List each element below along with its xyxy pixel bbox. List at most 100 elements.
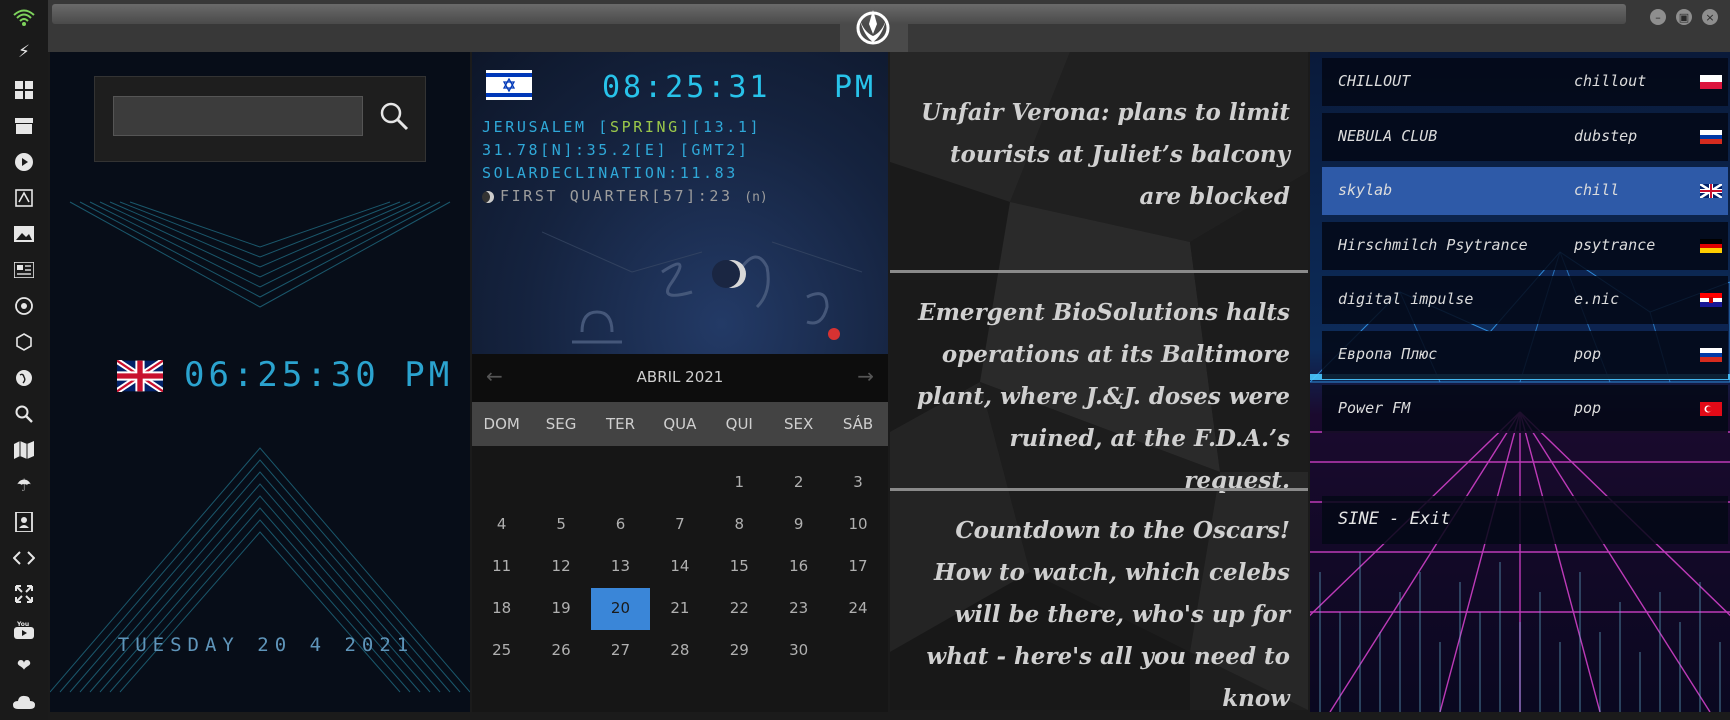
calendar-day[interactable]: 3 [828, 462, 887, 504]
next-month-button[interactable]: → [857, 364, 874, 388]
translate-icon[interactable] [12, 186, 36, 210]
calendar-day[interactable]: 29 [710, 630, 769, 672]
cloud-icon[interactable] [12, 690, 36, 714]
station-name: Hirschmilch Psytrance [1338, 235, 1528, 254]
news-headline[interactable]: Emergent BioSolutions halts operations a… [910, 292, 1290, 502]
calendar-day[interactable]: 6 [591, 504, 650, 546]
station-genre: dubstep [1574, 126, 1638, 145]
station-row[interactable]: skylab chill [1322, 167, 1728, 215]
maximize-button[interactable]: ▣ [1676, 9, 1692, 25]
map-icon[interactable] [12, 438, 36, 462]
lightning-icon[interactable]: ⚡ [12, 40, 36, 64]
search-icon[interactable] [12, 402, 36, 426]
station-name: skylab [1338, 181, 1393, 199]
calendar: ← ABRIL 2021 → DOM SEG TER QUA QUI SEX S… [472, 354, 888, 712]
close-button[interactable]: × [1702, 9, 1718, 25]
image-icon[interactable] [12, 222, 36, 246]
calendar-day[interactable]: 7 [650, 504, 709, 546]
station-row[interactable]: Европа Плюс pop [1322, 330, 1728, 379]
umbrella-icon[interactable]: ☂ [12, 474, 36, 498]
station-row[interactable]: Power FM pop [1322, 385, 1728, 433]
tr-flag-icon [1700, 402, 1722, 416]
wifi-icon[interactable] [12, 6, 36, 30]
calendar-day[interactable]: 25 [472, 630, 531, 672]
windows-icon[interactable] [12, 78, 36, 102]
weekday-header: DOM SEG TER QUA QUI SEX SÁB [472, 402, 888, 446]
calendar-day [472, 462, 531, 504]
calendar-day[interactable]: 17 [828, 546, 887, 588]
minimize-button[interactable]: – [1650, 9, 1666, 25]
calendar-day[interactable]: 26 [531, 630, 590, 672]
coordinates-line: 31.78[N]:35.2[E] [GMT2] [482, 141, 750, 159]
news-headline[interactable]: Countdown to the Oscars! How to watch, w… [910, 510, 1290, 710]
calendar-grid: 1 2 3 4 5 6 7 8 9 10 11 12 13 14 15 16 17 18 19 20 21 22 23 24 2… [472, 462, 888, 672]
code-icon[interactable] [12, 546, 36, 570]
pl-flag-icon [1700, 75, 1722, 89]
calendar-day[interactable]: 4 [472, 504, 531, 546]
calendar-day[interactable]: 11 [472, 546, 531, 588]
station-genre: pop [1574, 344, 1602, 363]
station-name: digital impulse [1338, 290, 1474, 308]
station-genre: chill [1574, 181, 1620, 199]
fullscreen-icon[interactable] [12, 582, 36, 606]
contacts-icon[interactable] [12, 510, 36, 534]
weekday-label: SÁB [842, 415, 874, 433]
news-divider [890, 270, 1308, 273]
calendar-day[interactable]: 8 [710, 504, 769, 546]
moon-phase-line: FIRST QUARTER[57]:23 (n) [482, 187, 768, 205]
calendar-day[interactable]: 1 [710, 462, 769, 504]
hexagon-icon[interactable] [12, 330, 36, 354]
local-time: 06:25:30 PM [184, 355, 454, 395]
calendar-day[interactable]: 28 [650, 630, 709, 672]
clock-panel: 06:25:30 PM TUESDAY 20 4 2021 [50, 52, 470, 712]
news-headline[interactable]: Unfair Verona: plans to limit tourists a… [910, 92, 1290, 218]
calendar-day[interactable]: 5 [531, 504, 590, 546]
aperture-icon[interactable] [12, 294, 36, 318]
globe-icon[interactable] [12, 366, 36, 390]
israel-flag-icon [486, 70, 532, 100]
calendar-day[interactable]: 13 [591, 546, 650, 588]
calendar-day[interactable]: 9 [769, 504, 828, 546]
weekday-label: QUA [663, 415, 697, 433]
exit-label: SINE - Exit [1338, 509, 1451, 529]
news-icon[interactable] [12, 258, 36, 282]
station-row[interactable]: NEBULA CLUB dubstep [1322, 112, 1728, 161]
calendar-day[interactable]: 16 [769, 546, 828, 588]
calendar-day[interactable]: 2 [769, 462, 828, 504]
moon-icon [482, 190, 494, 203]
calendar-day[interactable]: 23 [769, 588, 828, 630]
sidebar: ⚡ ☂ You ❤ [0, 0, 48, 720]
title-strip[interactable] [52, 4, 1626, 24]
station-name: CHILLOUT [1338, 72, 1411, 90]
search-button[interactable] [377, 99, 411, 133]
calendar-day[interactable]: 22 [710, 588, 769, 630]
station-genre: e.nic [1574, 290, 1620, 308]
calendar-day-today[interactable]: 20 [590, 588, 651, 630]
exit-button[interactable]: SINE - Exit [1322, 496, 1728, 544]
calendar-day[interactable]: 10 [828, 504, 887, 546]
play-icon[interactable] [12, 150, 36, 174]
station-row[interactable]: Hirschmilch Psytrance psytrance [1322, 221, 1728, 270]
calendar-day[interactable]: 30 [769, 630, 828, 672]
youtube-icon[interactable]: You [12, 618, 36, 642]
calendar-day[interactable]: 27 [591, 630, 650, 672]
calendar-day[interactable]: 18 [472, 588, 531, 630]
astro-info: 08:25:31 PM JERUSALEM [SPRING][13.1] 31.… [472, 52, 888, 354]
calendar-day [531, 462, 590, 504]
zodiac-icon [542, 231, 863, 344]
station-row[interactable]: digital impulse e.nic [1322, 276, 1728, 324]
archive-icon[interactable] [12, 114, 36, 138]
calendar-day[interactable]: 19 [531, 588, 590, 630]
heart-icon[interactable]: ❤ [12, 654, 36, 678]
calendar-day[interactable]: 21 [650, 588, 709, 630]
calendar-day[interactable]: 24 [828, 588, 887, 630]
station-row[interactable]: CHILLOUT chillout [1322, 58, 1728, 106]
rebel-emblem-icon [856, 10, 890, 45]
calendar-day [828, 630, 887, 672]
calendar-week: 18 19 20 21 22 23 24 [472, 588, 888, 630]
calendar-day[interactable]: 12 [531, 546, 590, 588]
calendar-day[interactable]: 14 [650, 546, 709, 588]
search-input[interactable] [113, 96, 363, 136]
calendar-day[interactable]: 15 [710, 546, 769, 588]
calendar-day [650, 462, 709, 504]
